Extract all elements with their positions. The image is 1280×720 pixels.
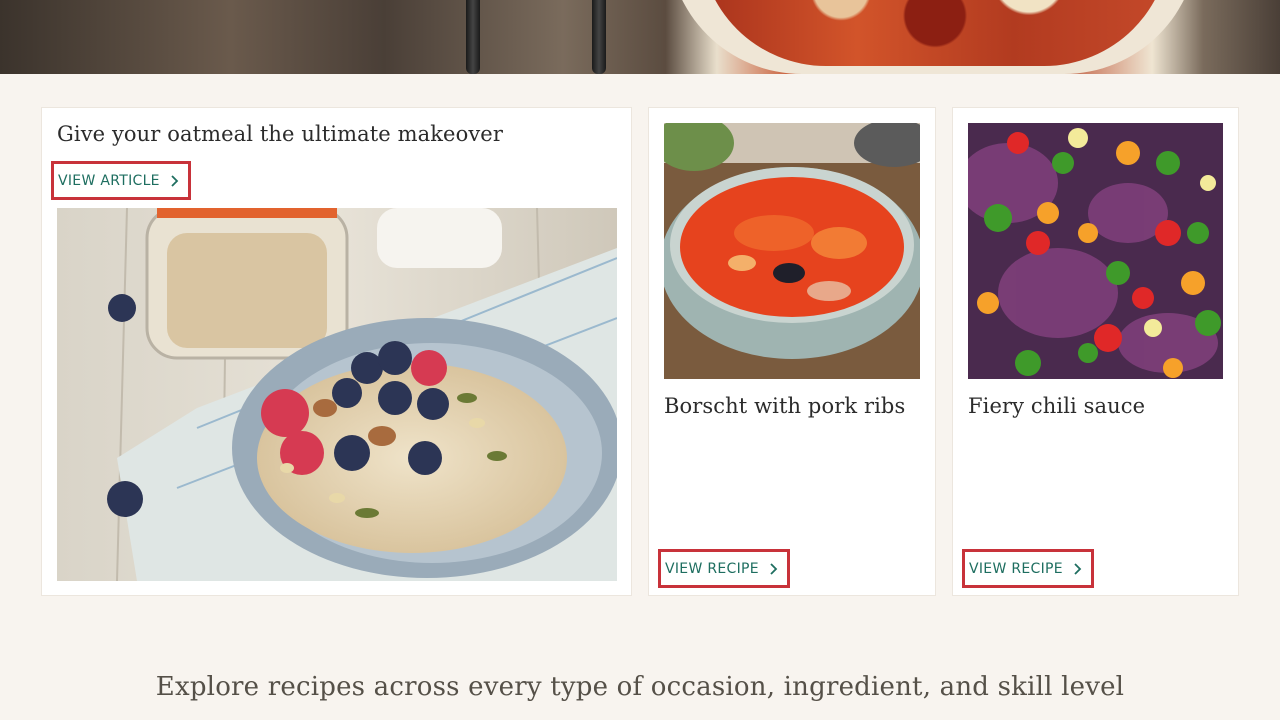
view-recipe-button[interactable]: VIEW RECIPE bbox=[962, 549, 1094, 588]
chevron-right-icon bbox=[1071, 562, 1083, 575]
knife-image bbox=[592, 0, 606, 74]
hero-image bbox=[0, 0, 1280, 74]
view-article-button[interactable]: VIEW ARTICLE bbox=[51, 161, 191, 200]
oatmeal-image[interactable] bbox=[57, 208, 617, 581]
cta-label: VIEW ARTICLE bbox=[58, 172, 160, 189]
cta-label: VIEW RECIPE bbox=[969, 560, 1063, 577]
chili-sauce-image[interactable] bbox=[968, 123, 1223, 379]
recipe-card-borscht: Borscht with pork ribs VIEW RECIPE bbox=[648, 107, 936, 596]
view-recipe-button[interactable]: VIEW RECIPE bbox=[658, 549, 790, 588]
fork-image bbox=[466, 0, 480, 74]
chevron-right-icon bbox=[767, 562, 779, 575]
card-title[interactable]: Borscht with pork ribs bbox=[664, 394, 905, 418]
borscht-image[interactable] bbox=[664, 123, 920, 379]
card-title[interactable]: Give your oatmeal the ultimate makeover bbox=[57, 122, 503, 146]
explore-recipes-heading: Explore recipes across every type of occ… bbox=[155, 672, 1125, 702]
card-title[interactable]: Fiery chili sauce bbox=[968, 394, 1145, 418]
cta-label: VIEW RECIPE bbox=[665, 560, 759, 577]
chevron-right-icon bbox=[168, 174, 180, 187]
recipe-card-chili: Fiery chili sauce VIEW RECIPE bbox=[952, 107, 1239, 596]
article-card-oatmeal: Give your oatmeal the ultimate makeover … bbox=[41, 107, 632, 596]
